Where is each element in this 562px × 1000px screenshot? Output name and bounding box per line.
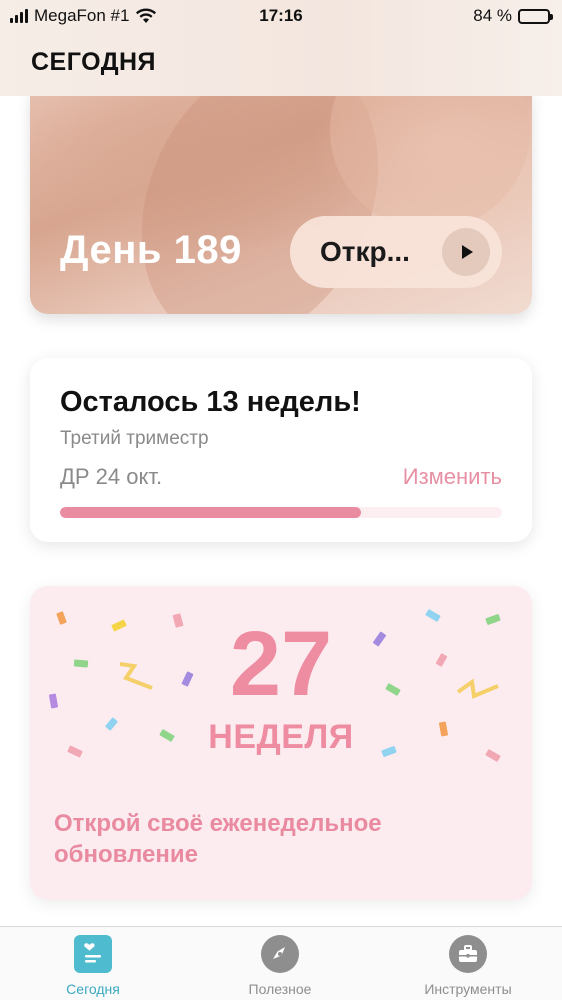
play-icon[interactable] (442, 228, 490, 276)
calendar-heart-icon (74, 935, 112, 973)
weeks-remaining-card: Осталось 13 недель! Третий триместр ДР 2… (30, 358, 532, 542)
tab-today-label: Сегодня (66, 981, 120, 997)
tab-tools-label: Инструменты (424, 981, 512, 997)
change-due-date-link[interactable]: Изменить (403, 464, 502, 490)
day-counter: День 189 (60, 228, 242, 272)
weeks-remaining-title: Осталось 13 недель! (60, 386, 361, 418)
battery-icon (518, 8, 553, 24)
compass-icon (261, 935, 299, 973)
tab-tools[interactable]: Инструменты (398, 935, 538, 997)
toolbox-icon (449, 935, 487, 973)
status-bar: MegaFon #1 17:16 84 % (0, 0, 562, 34)
tab-today[interactable]: Сегодня (23, 935, 163, 997)
tab-useful[interactable]: Полезное (210, 935, 350, 997)
status-right: 84 % (473, 6, 553, 26)
open-daily-button[interactable]: Откр... (290, 216, 502, 288)
open-button-label: Откр... (320, 236, 410, 267)
trimester-label: Третий триместр (60, 428, 209, 449)
week-number: 27 (229, 613, 333, 715)
pregnancy-progress-fill (60, 507, 361, 518)
tab-useful-label: Полезное (248, 981, 312, 997)
battery-percent: 84 % (473, 6, 512, 25)
daily-hero-card[interactable]: День 189 Откр... (30, 90, 532, 314)
due-date: ДР 24 окт. (60, 464, 163, 489)
page-title: СЕГОДНЯ (31, 48, 157, 76)
tab-bar: Сегодня Полезное Инструменты (0, 926, 562, 1000)
weekly-update-card[interactable]: 27 НЕДЕЛЯ Открой своё еженедельное обнов… (30, 586, 532, 900)
weekly-update-link[interactable]: Открой своё еженедельное обновление (54, 808, 474, 870)
week-label: НЕДЕЛЯ (208, 718, 354, 756)
pregnancy-progress-bar (60, 507, 502, 518)
